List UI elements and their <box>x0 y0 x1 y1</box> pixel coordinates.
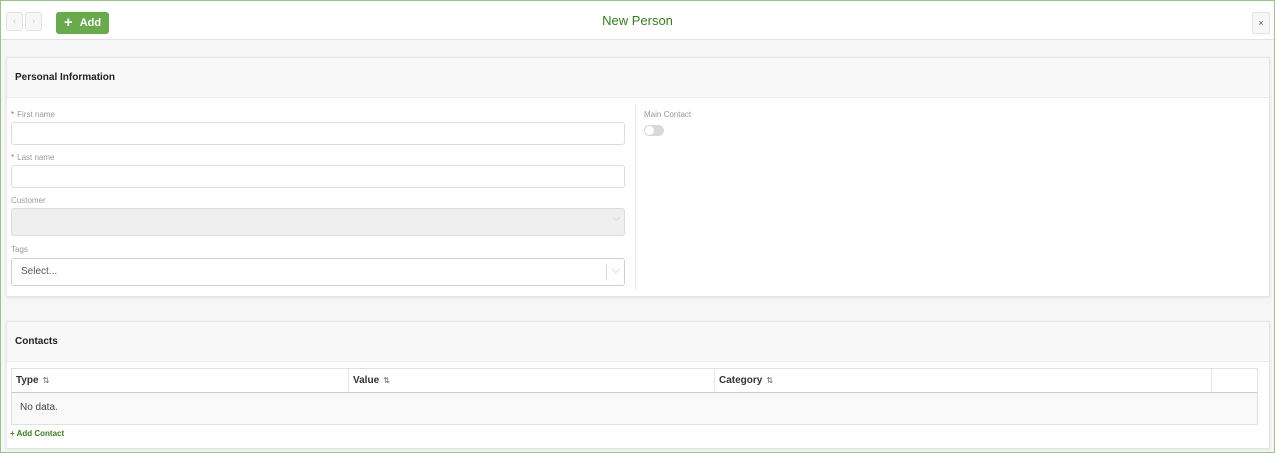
last-name-input[interactable] <box>11 165 625 188</box>
column-header-label: Category <box>719 375 763 386</box>
last-name-label: * Last name <box>11 153 54 162</box>
add-contact-link[interactable]: + Add Contact <box>10 429 64 438</box>
new-person-dialog: ‹ › + Add New Person × Personal Informat… <box>0 0 1275 453</box>
main-contact-toggle[interactable] <box>644 125 664 136</box>
tags-select[interactable]: Select... ⌵ <box>11 258 625 286</box>
dialog-header: ‹ › + Add New Person × <box>1 1 1274 40</box>
first-name-label-text: First name <box>17 110 55 119</box>
sort-icon[interactable]: ⇅ <box>383 376 390 385</box>
required-marker: * <box>11 110 15 119</box>
column-header-label: Type <box>16 375 39 386</box>
first-name-label: * First name <box>11 110 55 119</box>
column-header-value[interactable]: Value ⇅ <box>349 369 715 392</box>
dialog-title: New Person <box>602 13 673 28</box>
column-header-type[interactable]: Type ⇅ <box>12 369 349 392</box>
contacts-title: Contacts <box>7 322 1269 362</box>
sort-icon[interactable]: ⇅ <box>766 376 773 385</box>
column-header-category[interactable]: Category ⇅ <box>715 369 1212 392</box>
close-icon[interactable]: × <box>1252 12 1270 34</box>
customer-label: Customer <box>11 196 46 205</box>
column-header-label: Value <box>353 375 380 386</box>
chevron-down-icon[interactable]: ⌵ <box>612 264 620 277</box>
contacts-table: Type ⇅ Value ⇅ Category ⇅ No data. <box>11 368 1258 425</box>
select-separator <box>606 264 607 280</box>
required-marker: * <box>11 153 15 162</box>
tags-label: Tags <box>11 245 28 254</box>
personal-information-panel: Personal Information * First name * Last n… <box>6 57 1270 297</box>
column-divider <box>635 104 636 290</box>
chevron-down-icon: ⌵ <box>612 213 620 224</box>
tags-placeholder: Select... <box>21 266 58 277</box>
customer-select: ⌵ <box>11 208 625 236</box>
toggle-knob <box>645 126 654 135</box>
personal-information-title: Personal Information <box>7 58 1269 98</box>
sort-icon[interactable]: ⇅ <box>43 376 50 385</box>
empty-table-message: No data. <box>20 402 58 413</box>
table-body: No data. <box>12 393 1257 424</box>
last-name-label-text: Last name <box>17 153 55 162</box>
main-contact-label: Main Contact <box>644 110 692 119</box>
column-header-actions <box>1212 369 1257 392</box>
table-header: Type ⇅ Value ⇅ Category ⇅ <box>12 369 1257 393</box>
first-name-input[interactable] <box>11 122 625 145</box>
contacts-panel: Contacts Type ⇅ Value ⇅ Category ⇅ No data.… <box>6 321 1270 449</box>
